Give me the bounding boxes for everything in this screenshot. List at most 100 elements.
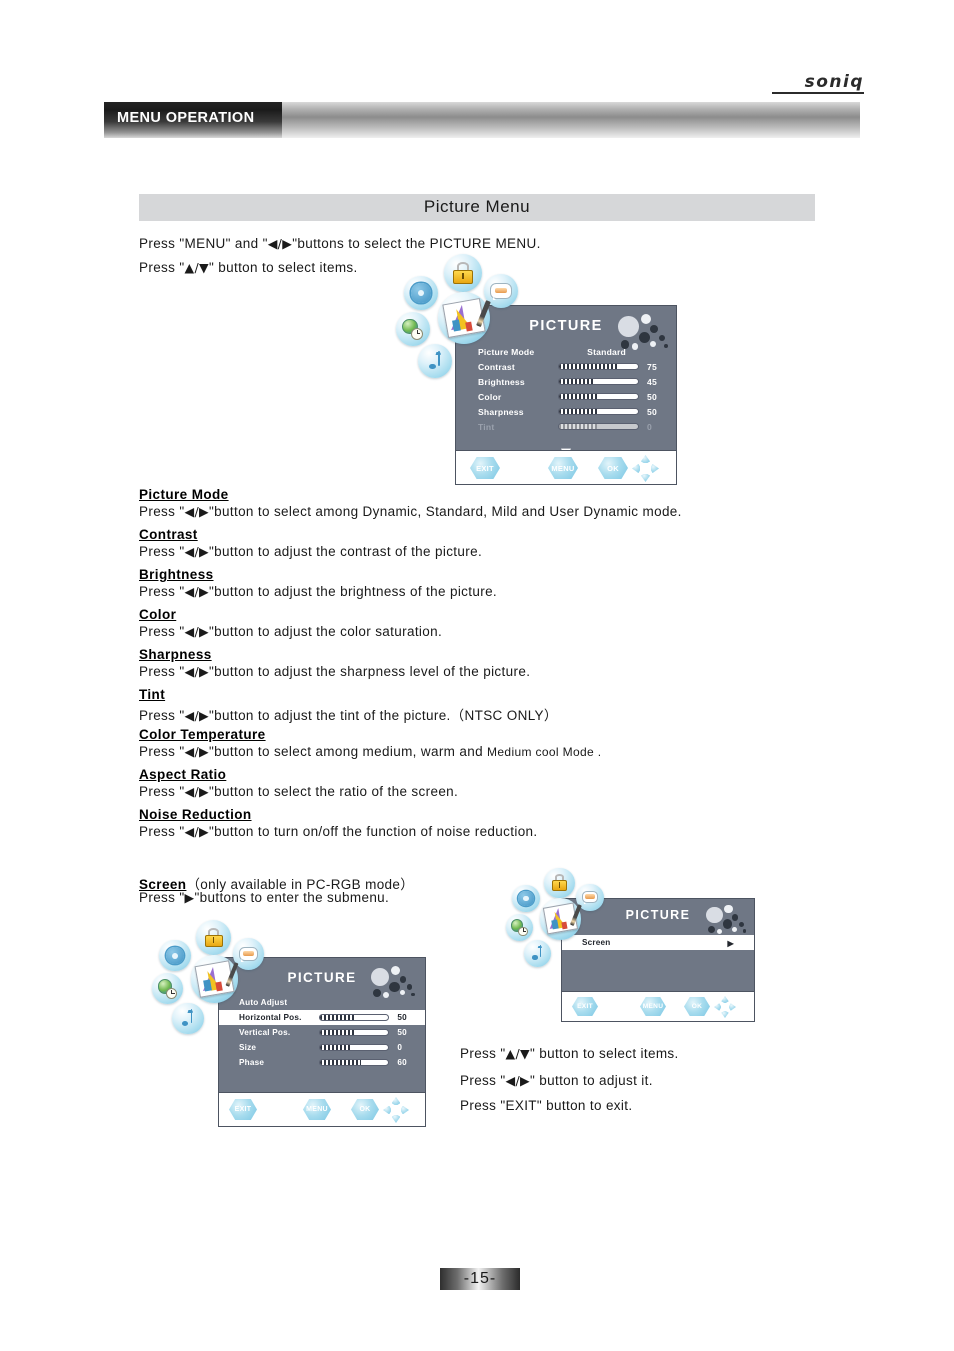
description-heading: Contrast	[139, 527, 198, 542]
osd-slider-track[interactable]	[558, 408, 639, 415]
osd-icon-cluster-bottom	[152, 918, 265, 1036]
osd-row-label: Color	[478, 391, 502, 402]
description-press-suffix: "button to adjust the sharpness level of…	[209, 664, 531, 679]
dpad-lobe	[728, 1003, 736, 1011]
screen-press-line: Press "▶"buttons to enter the submenu.	[139, 890, 389, 905]
description-press-suffix: "button to select among medium, warm and	[209, 744, 488, 759]
right-arrow-icon: ▶	[184, 890, 195, 905]
intro-line-1-suffix: "buttons to select the PICTURE MENU.	[292, 236, 541, 251]
intro-line-2-prefix: Press "	[139, 260, 185, 275]
osd-row[interactable]: Sharpness 50	[456, 404, 676, 419]
intro-line-2-suffix: " button to select items.	[209, 260, 358, 275]
osd-slider-track[interactable]	[558, 363, 639, 370]
menu-button[interactable]: MENU	[640, 997, 666, 1016]
intro-line-1-prefix: Press "MENU" and "	[139, 236, 268, 251]
page-number-badge: -15-	[440, 1268, 520, 1290]
description-press-suffix: "button to select the ratio of the scree…	[209, 784, 459, 799]
description-body: Press "◀/▶"button to adjust the contrast…	[139, 544, 482, 559]
description-press-suffix: "button to adjust the brightness of the …	[209, 584, 498, 599]
dpad-icon[interactable]	[714, 996, 736, 1018]
osd-row-value: 75	[646, 361, 657, 372]
dpad-icon[interactable]	[632, 455, 659, 482]
osd-row-value: Standard	[587, 346, 626, 357]
osd-row-value: 0	[397, 1043, 403, 1052]
exit-button[interactable]: EXIT	[572, 997, 598, 1016]
osd-slider-fill	[320, 1045, 351, 1050]
picture-icon	[438, 292, 491, 344]
osd-slider-track[interactable]	[319, 1059, 390, 1066]
description-body: Press "◀/▶"button to adjust the color sa…	[139, 624, 442, 639]
description-press-prefix: Press "	[139, 784, 185, 799]
osd-row[interactable]: Tint 0	[456, 419, 676, 434]
osd-slider-fill	[320, 1030, 355, 1035]
time-globe-icon	[152, 973, 184, 1005]
description-heading: Aspect Ratio	[139, 767, 227, 782]
brand-logo: soniq	[772, 74, 864, 94]
osd-row-value: ▶	[727, 938, 734, 948]
up-down-arrow-icon: ▲/▼	[505, 1046, 531, 1061]
music-note-icon	[523, 939, 551, 967]
ok-button[interactable]: OK	[684, 997, 710, 1016]
osd-slider-track[interactable]	[319, 1029, 390, 1036]
screen-help-2-prefix: Press "	[460, 1073, 506, 1088]
osd-nav-footer: EXIT MENU OK	[456, 450, 676, 484]
osd-slider-track[interactable]	[558, 423, 639, 430]
intro-line-2: Press "▲/▼" button to select items.	[139, 260, 358, 275]
description-body: Press "◀/▶"button to adjust the tint of …	[139, 704, 558, 724]
osd-row-label: Sharpness	[478, 406, 524, 417]
screen-help-line-2: Press "◀/▶" button to adjust it.	[460, 1073, 653, 1088]
description-press-prefix: Press "	[139, 584, 185, 599]
left-right-arrow-icon: ◀/▶	[184, 544, 210, 559]
intro-line-1: Press "MENU" and "◀/▶"buttons to select …	[139, 236, 541, 251]
description-press-prefix: Press "	[139, 664, 185, 679]
menu-button[interactable]: MENU	[303, 1099, 331, 1120]
osd-slider-fill	[559, 409, 599, 414]
osd-bubble-decoration	[618, 314, 670, 350]
osd-slider-fill	[320, 1060, 362, 1065]
exit-button[interactable]: EXIT	[229, 1099, 257, 1120]
screen-press-prefix: Press "	[139, 890, 185, 905]
menu-button[interactable]: MENU	[548, 457, 578, 479]
exit-button[interactable]: EXIT	[470, 457, 500, 479]
left-right-arrow-icon: ◀/▶	[184, 664, 210, 679]
ok-button[interactable]: OK	[351, 1099, 379, 1120]
osd-slider-track[interactable]	[558, 378, 639, 385]
osd-nav-footer: EXIT MENU OK	[562, 991, 754, 1021]
left-right-arrow-icon: ◀/▶	[184, 744, 210, 759]
osd-slider-fill	[559, 364, 619, 369]
osd-row-value: 60	[397, 1058, 407, 1067]
picture-icon	[539, 898, 582, 940]
dpad-icon[interactable]	[383, 1097, 409, 1123]
left-right-arrow-icon: ◀/▶	[184, 708, 210, 723]
screen-help-1-prefix: Press "	[460, 1046, 506, 1061]
description-body: Press "◀/▶"button to turn on/off the fun…	[139, 824, 538, 839]
dpad-lobe	[649, 463, 659, 474]
osd-row-label: Tint	[478, 421, 495, 432]
ok-button[interactable]: OK	[598, 457, 628, 479]
osd-row-value: 50	[397, 1013, 407, 1022]
settings-gear-icon	[159, 940, 191, 972]
description-press-suffix: "button to select among Dynamic, Standar…	[209, 504, 682, 519]
osd-slider-track[interactable]	[319, 1014, 390, 1021]
osd-row-value: 45	[646, 376, 657, 387]
dpad-center	[720, 1002, 730, 1012]
osd-slider-fill	[559, 394, 599, 399]
osd-row[interactable]: Color 50	[456, 389, 676, 404]
osd-row[interactable]: Phase 60	[219, 1055, 425, 1070]
description-body: Press "◀/▶"button to adjust the brightne…	[139, 584, 497, 599]
description-press-prefix: Press "	[139, 504, 185, 519]
osd-slider-track[interactable]	[319, 1044, 390, 1051]
time-globe-icon	[396, 312, 430, 346]
description-heading: Color Temperature	[139, 727, 266, 742]
left-right-arrow-icon: ◀/▶	[184, 624, 210, 639]
osd-bubble-decoration	[706, 905, 748, 934]
osd-bubble-decoration	[371, 966, 417, 998]
description-press-prefix: Press "	[139, 544, 185, 559]
up-down-arrow-icon: ▲/▼	[184, 260, 210, 275]
description-press-suffix: "button to adjust the color saturation.	[209, 624, 443, 639]
osd-slider-track[interactable]	[558, 393, 639, 400]
lock-icon	[444, 254, 482, 292]
description-heading: Picture Mode	[139, 487, 229, 502]
osd-row[interactable]: Size 0	[219, 1040, 425, 1055]
description-inline-note: Medium cool Mode .	[487, 745, 602, 759]
